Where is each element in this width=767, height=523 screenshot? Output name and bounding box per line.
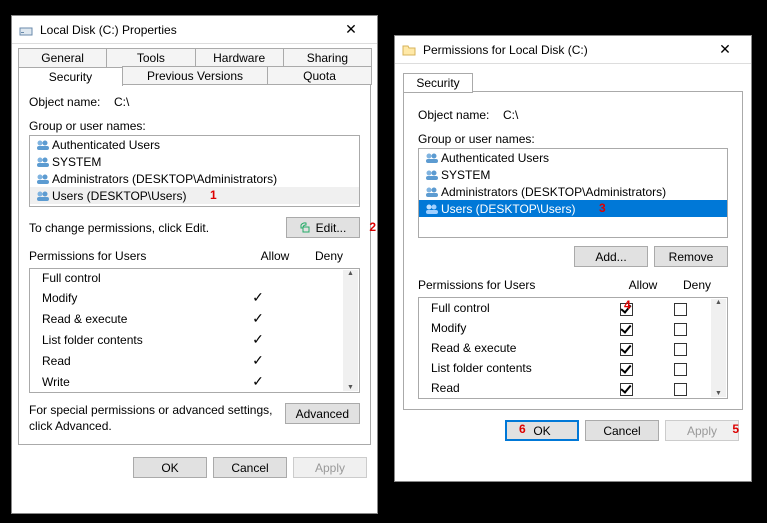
- scrollbar[interactable]: [711, 299, 726, 397]
- perm-row: Modify✓: [30, 287, 343, 308]
- tab-previous-versions[interactable]: Previous Versions: [122, 66, 268, 85]
- tab-sharing[interactable]: Sharing: [283, 48, 372, 67]
- allow-mark: ✓: [231, 352, 285, 369]
- users-icon: [423, 186, 441, 198]
- ok-button[interactable]: OK: [133, 457, 207, 478]
- deny-checkbox[interactable]: [674, 303, 687, 316]
- users-icon: [423, 169, 441, 181]
- allow-checkbox[interactable]: [620, 363, 633, 376]
- list-item[interactable]: SYSTEM: [30, 153, 359, 170]
- users-icon: [34, 156, 52, 168]
- perm-row: List folder contents: [419, 358, 711, 378]
- permissions-table: Full control4 Modify Read & execute List…: [418, 297, 728, 399]
- window-title: Local Disk (C:) Properties: [40, 23, 331, 37]
- users-icon: [34, 173, 52, 185]
- perm-row: Read: [419, 378, 711, 398]
- perm-row: Modify: [419, 318, 711, 338]
- deny-checkbox[interactable]: [674, 363, 687, 376]
- deny-checkbox[interactable]: [674, 343, 687, 356]
- close-button[interactable]: ✕: [331, 18, 371, 42]
- allow-checkbox[interactable]: [620, 323, 633, 336]
- perm-row: Write✓: [30, 371, 343, 392]
- allow-mark: ✓: [231, 373, 285, 390]
- list-item[interactable]: Users (DESKTOP\Users)3: [419, 200, 727, 217]
- perm-row: List folder contents✓: [30, 329, 343, 350]
- users-icon: [423, 152, 441, 164]
- object-name-value: C:\: [114, 95, 129, 109]
- object-name-value: C:\: [503, 108, 518, 122]
- cancel-button[interactable]: Cancel: [585, 420, 659, 441]
- permissions-header: Permissions for Users: [29, 249, 248, 263]
- perm-row: Read & execute✓: [30, 308, 343, 329]
- list-item[interactable]: Authenticated Users: [419, 149, 727, 166]
- advanced-hint: For special permissions or advanced sett…: [29, 403, 285, 434]
- annotation-1: 1: [210, 188, 217, 202]
- dialog-buttons: OK Cancel Apply: [12, 451, 377, 488]
- tab-security[interactable]: Security: [18, 67, 123, 86]
- tab-panel-security: Object name: C:\ Group or user names: Au…: [18, 84, 371, 445]
- tab-security[interactable]: Security: [403, 73, 473, 93]
- deny-checkbox[interactable]: [674, 383, 687, 396]
- edit-hint: To change permissions, click Edit.: [29, 221, 286, 235]
- close-button[interactable]: ✕: [705, 38, 745, 62]
- permissions-table: Full control Modify✓ Read & execute✓ Lis…: [29, 268, 360, 393]
- list-item[interactable]: Authenticated Users: [30, 136, 359, 153]
- window-title: Permissions for Local Disk (C:): [423, 43, 705, 57]
- properties-dialog: Local Disk (C:) Properties ✕ General Too…: [11, 15, 378, 514]
- annotation-2: 2: [369, 220, 376, 234]
- allow-checkbox[interactable]: [620, 303, 633, 316]
- users-icon: [34, 139, 52, 151]
- apply-button[interactable]: Apply: [665, 420, 739, 441]
- tab-quota[interactable]: Quota: [267, 66, 372, 85]
- deny-header: Deny: [670, 278, 724, 292]
- titlebar: Permissions for Local Disk (C:) ✕: [395, 36, 751, 64]
- object-name-label: Object name:: [418, 108, 503, 122]
- allow-header: Allow: [616, 278, 670, 292]
- groups-listbox[interactable]: Authenticated Users SYSTEM Administrator…: [418, 148, 728, 238]
- list-item[interactable]: Users (DESKTOP\Users)1: [30, 187, 359, 204]
- tabs-row-2: Security Previous Versions Quota: [18, 66, 371, 85]
- edit-button[interactable]: Edit...: [286, 217, 360, 238]
- groups-label: Group or user names:: [29, 119, 360, 133]
- tab-tools[interactable]: Tools: [106, 48, 195, 67]
- tab-general[interactable]: General: [18, 48, 107, 67]
- folder-icon: [401, 42, 417, 58]
- perm-row: Read✓: [30, 350, 343, 371]
- object-name-label: Object name:: [29, 95, 114, 109]
- permissions-header: Permissions for Users: [418, 278, 616, 292]
- cancel-button[interactable]: Cancel: [213, 457, 287, 478]
- tab-hardware[interactable]: Hardware: [195, 48, 284, 67]
- dialog-buttons: OK Cancel Apply 6 5: [395, 410, 751, 453]
- perm-row: Read & execute: [419, 338, 711, 358]
- deny-header: Deny: [302, 249, 356, 263]
- list-item[interactable]: SYSTEM: [419, 166, 727, 183]
- groups-listbox[interactable]: Authenticated Users SYSTEM Administrator…: [29, 135, 360, 207]
- users-icon: [423, 203, 441, 215]
- deny-checkbox[interactable]: [674, 323, 687, 336]
- allow-checkbox[interactable]: [620, 343, 633, 356]
- groups-label: Group or user names:: [418, 132, 728, 146]
- tabs-row-1: General Tools Hardware Sharing: [18, 48, 371, 67]
- allow-mark: ✓: [231, 289, 285, 306]
- advanced-button[interactable]: Advanced: [285, 403, 360, 424]
- perm-row: Full control: [30, 269, 343, 287]
- allow-mark: ✓: [231, 331, 285, 348]
- perm-row: Full control4: [419, 298, 711, 318]
- add-button[interactable]: Add...: [574, 246, 648, 267]
- remove-button[interactable]: Remove: [654, 246, 728, 267]
- ok-button[interactable]: OK: [505, 420, 579, 441]
- list-item[interactable]: Administrators (DESKTOP\Administrators): [419, 183, 727, 200]
- permissions-dialog: Permissions for Local Disk (C:) ✕ Securi…: [394, 35, 752, 482]
- users-icon: [34, 190, 52, 202]
- allow-header: Allow: [248, 249, 302, 263]
- allow-checkbox[interactable]: [620, 383, 633, 396]
- annotation-3: 3: [599, 201, 606, 215]
- allow-mark: ✓: [231, 310, 285, 327]
- list-item[interactable]: Administrators (DESKTOP\Administrators): [30, 170, 359, 187]
- drive-icon: [18, 22, 34, 38]
- titlebar: Local Disk (C:) Properties ✕: [12, 16, 377, 44]
- apply-button[interactable]: Apply: [293, 457, 367, 478]
- scrollbar[interactable]: [343, 270, 358, 391]
